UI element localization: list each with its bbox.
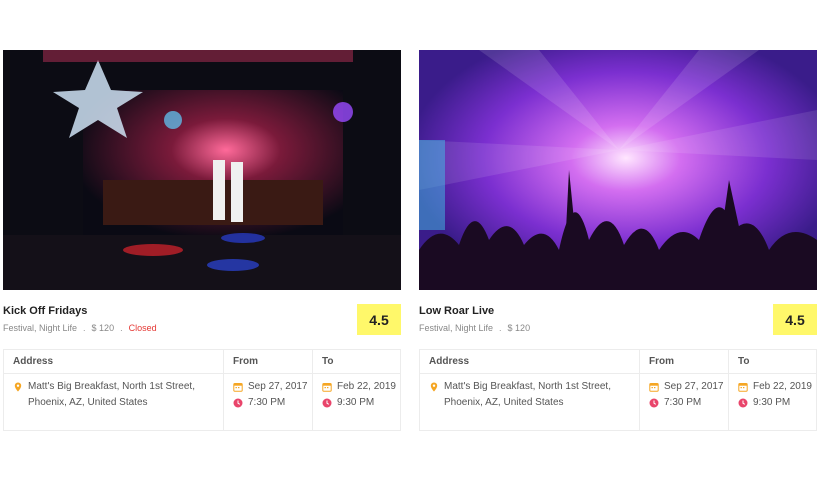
to-time: 9:30 PM [337, 397, 375, 408]
to-header: To [729, 350, 816, 374]
from-date: Sep 27, 2017 [248, 381, 308, 392]
event-card[interactable]: Kick Off Fridays Festival, Night Life. $ … [3, 50, 401, 431]
address-column: Address Matt's Big Breakfast, North 1st … [420, 350, 640, 430]
event-category: Festival, Night Life [419, 323, 494, 333]
address-header: Address [4, 350, 223, 374]
to-date: Feb 22, 2019 [337, 381, 396, 392]
from-date: Sep 27, 2017 [664, 381, 724, 392]
event-photo-bar[interactable] [3, 50, 401, 290]
clock-icon [738, 398, 748, 408]
address-text: Matt's Big Breakfast, North 1st Street, … [28, 381, 195, 408]
event-price: $ 120 [507, 323, 531, 333]
meta-separator: . [499, 323, 502, 333]
address-header: Address [420, 350, 639, 374]
clock-icon [322, 398, 332, 408]
calendar-icon [649, 383, 659, 392]
calendar-icon [322, 383, 332, 392]
to-date: Feb 22, 2019 [753, 381, 812, 392]
event-meta: Festival, Night Life. $ 120 [419, 323, 530, 333]
address-text: Matt's Big Breakfast, North 1st Street, … [444, 381, 611, 408]
event-meta: Festival, Night Life. $ 120. Closed [3, 323, 157, 333]
event-title[interactable]: Low Roar Live [419, 305, 494, 317]
event-status: Closed [128, 323, 157, 333]
from-header: From [224, 350, 312, 374]
from-time: 7:30 PM [248, 397, 286, 408]
from-column: From Sep 27, 2017 7:30 PM [224, 350, 313, 430]
event-photo-concert[interactable] [419, 50, 817, 290]
from-column: From Sep 27, 2017 7:30 PM [640, 350, 729, 430]
event-category: Festival, Night Life [3, 323, 78, 333]
calendar-icon [738, 383, 748, 392]
clock-icon [649, 398, 659, 408]
map-pin-icon [14, 382, 22, 392]
event-details-table: Address Matt's Big Breakfast, North 1st … [419, 349, 817, 431]
map-pin-icon [430, 382, 438, 392]
meta-separator: . [83, 323, 86, 333]
meta-separator: . [120, 323, 123, 333]
to-header: To [313, 350, 400, 374]
event-title[interactable]: Kick Off Fridays [3, 305, 87, 317]
from-time: 7:30 PM [664, 397, 702, 408]
event-card[interactable]: Low Roar Live Festival, Night Life. $ 120… [419, 50, 817, 431]
rating-badge: 4.5 [357, 304, 401, 335]
to-column: To Feb 22, 2019 9:30 PM [313, 350, 400, 430]
clock-icon [233, 398, 243, 408]
rating-badge: 4.5 [773, 304, 817, 335]
from-header: From [640, 350, 728, 374]
to-time: 9:30 PM [753, 397, 791, 408]
to-column: To Feb 22, 2019 9:30 PM [729, 350, 816, 430]
event-price: $ 120 [91, 323, 115, 333]
address-column: Address Matt's Big Breakfast, North 1st … [4, 350, 224, 430]
event-details-table: Address Matt's Big Breakfast, North 1st … [3, 349, 401, 431]
calendar-icon [233, 383, 243, 392]
